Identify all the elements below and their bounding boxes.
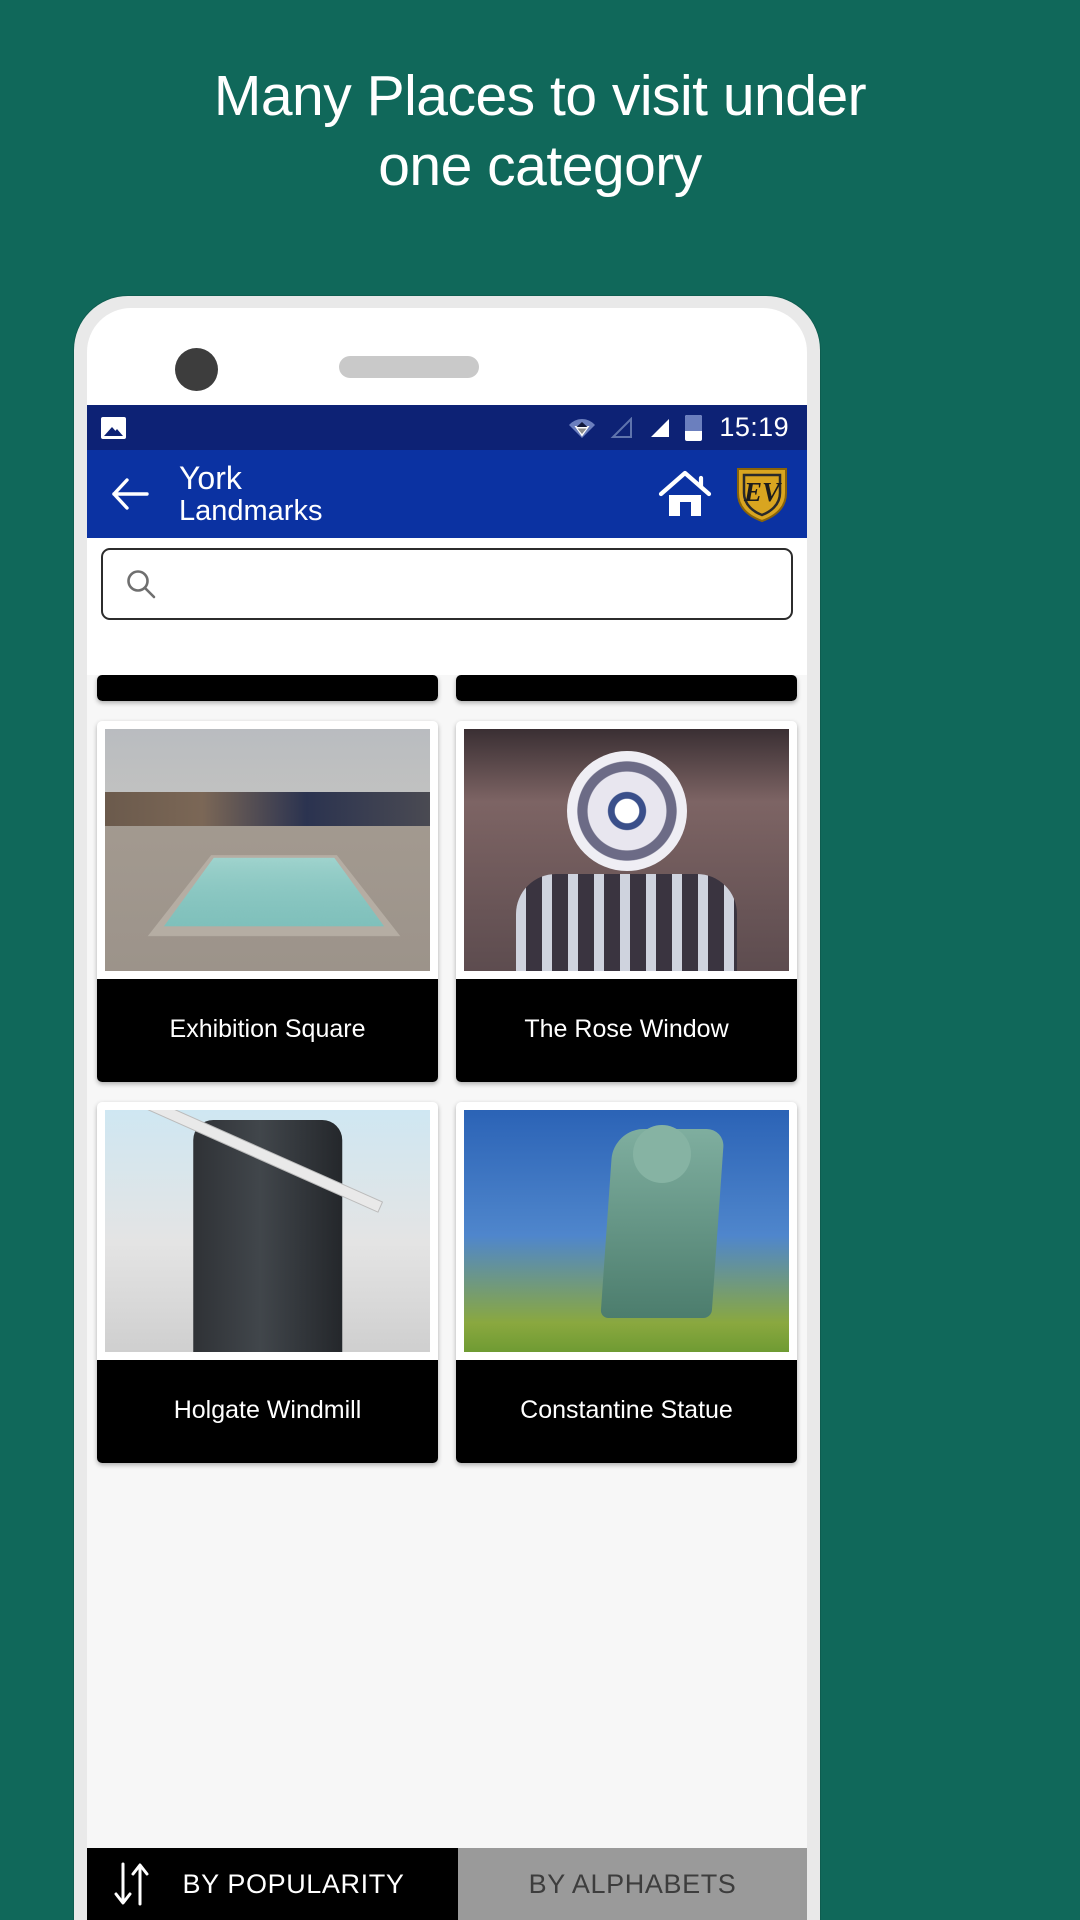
landmark-card[interactable]: Exhibition Square xyxy=(97,721,438,1082)
search-bar-container xyxy=(87,538,807,628)
front-camera-icon xyxy=(175,348,218,391)
search-input[interactable] xyxy=(171,568,769,600)
status-bar: 15:19 xyxy=(87,405,807,450)
appbar-subtitle: Landmarks xyxy=(179,494,323,527)
earpiece-speaker xyxy=(339,356,479,378)
landmarks-grid-container[interactable]: Exhibition Square The Rose Window Holgat… xyxy=(87,675,807,1920)
appbar-title: York xyxy=(179,460,242,497)
landmark-card[interactable]: Constantine Statue xyxy=(456,1102,797,1463)
sort-bar: BY POPULARITY BY ALPHABETS xyxy=(87,1848,807,1920)
svg-text:EV: EV xyxy=(743,477,782,507)
sort-by-alphabets-tab[interactable]: BY ALPHABETS xyxy=(458,1848,807,1920)
app-bar: York Landmarks EV xyxy=(87,450,807,538)
signal-full-icon xyxy=(647,417,672,439)
landmarks-grid: Exhibition Square The Rose Window Holgat… xyxy=(97,721,797,1463)
landmark-photo xyxy=(464,1110,789,1352)
phone-screen-bezel: 15:19 York Landmarks EV Exhibition Squar… xyxy=(87,308,807,1920)
app-screen: 15:19 York Landmarks EV Exhibition Squar… xyxy=(87,405,807,1920)
landmark-card[interactable]: Holgate Windmill xyxy=(97,1102,438,1463)
landmark-caption: Holgate Windmill xyxy=(97,1360,438,1463)
sort-arrows-icon xyxy=(109,1860,155,1908)
landmark-photo xyxy=(105,729,430,971)
sort-popularity-label: BY POPULARITY xyxy=(182,1868,405,1899)
landmark-caption: Exhibition Square xyxy=(97,979,438,1082)
photo-icon xyxy=(101,416,126,439)
ev-shield-logo[interactable]: EV xyxy=(735,465,789,523)
search-box[interactable] xyxy=(101,548,793,620)
landmark-card[interactable]: The Rose Window xyxy=(456,721,797,1082)
page-title: Many Places to visit under one category xyxy=(213,64,867,198)
search-icon xyxy=(125,568,157,600)
sort-by-popularity-tab[interactable]: BY POPULARITY xyxy=(87,1848,458,1920)
back-arrow-icon[interactable] xyxy=(107,470,155,518)
landmark-caption: The Rose Window xyxy=(456,979,797,1082)
partial-row xyxy=(97,675,797,701)
battery-icon xyxy=(685,414,703,441)
status-time: 15:19 xyxy=(719,412,789,442)
partial-card-right[interactable] xyxy=(456,675,797,701)
landmark-photo xyxy=(464,729,789,971)
home-icon[interactable] xyxy=(657,469,713,519)
wifi-icon xyxy=(568,417,596,439)
appbar-titles: York Landmarks xyxy=(179,461,322,527)
landmark-photo xyxy=(105,1110,430,1352)
phone-mockup: 15:19 York Landmarks EV Exhibition Squar… xyxy=(74,296,820,1920)
landmark-caption: Constantine Statue xyxy=(456,1360,797,1463)
signal-empty-icon xyxy=(609,416,634,439)
partial-card-left[interactable] xyxy=(97,675,438,701)
